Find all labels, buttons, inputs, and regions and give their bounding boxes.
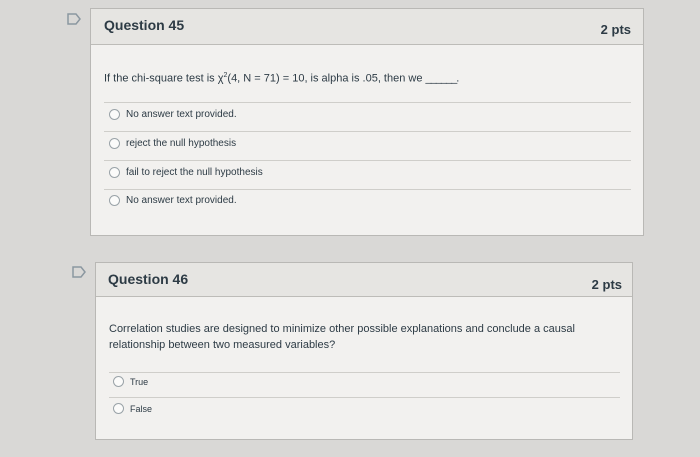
divider [109, 397, 620, 398]
answer-option-label: reject the null hypothesis [126, 138, 237, 149]
answer-option-label: fail to reject the null hypothesis [126, 167, 263, 178]
question-title: Question 46 [108, 271, 189, 287]
answer-blank: ______. [425, 72, 460, 85]
flag-icon[interactable] [72, 266, 86, 278]
answer-option-label: No answer text provided. [126, 109, 237, 120]
question-45-card: Question 45 2 pts If the chi-square test… [90, 8, 644, 236]
question-title: Question 45 [104, 17, 185, 33]
radio-button[interactable] [109, 138, 120, 149]
question-46-card: Question 46 2 pts Correlation studies ar… [95, 262, 633, 440]
radio-button[interactable] [109, 167, 120, 178]
question-text-part: (4, N = 71) = 10, is alpha is .05, then … [227, 72, 426, 85]
divider [104, 131, 631, 132]
divider [104, 160, 631, 161]
question-points: 2 pts [600, 22, 631, 37]
answer-option[interactable]: No answer text provided. [109, 195, 237, 206]
question-text-part: If the chi-square test is χ [104, 72, 224, 85]
question-points: 2 pts [591, 277, 622, 292]
divider [104, 189, 631, 190]
radio-button[interactable] [109, 195, 120, 206]
radio-button[interactable] [109, 109, 120, 120]
answer-option[interactable]: No answer text provided. [109, 109, 237, 120]
answer-option-label: True [130, 376, 149, 387]
answer-option-label: False [130, 403, 153, 414]
answer-option-label: No answer text provided. [126, 195, 237, 206]
question-text: If the chi-square test is χ2(4, N = 71) … [104, 68, 460, 87]
divider [104, 102, 631, 103]
question-text: Correlation studies are designed to mini… [109, 323, 575, 351]
radio-button[interactable] [113, 403, 124, 414]
answer-option[interactable]: True [113, 376, 148, 387]
answer-option[interactable]: fail to reject the null hypothesis [109, 167, 263, 178]
answer-option[interactable]: False [113, 403, 152, 414]
answer-option[interactable]: reject the null hypothesis [109, 138, 236, 149]
radio-button[interactable] [113, 376, 124, 387]
flag-icon[interactable] [67, 13, 81, 25]
divider [109, 372, 620, 373]
